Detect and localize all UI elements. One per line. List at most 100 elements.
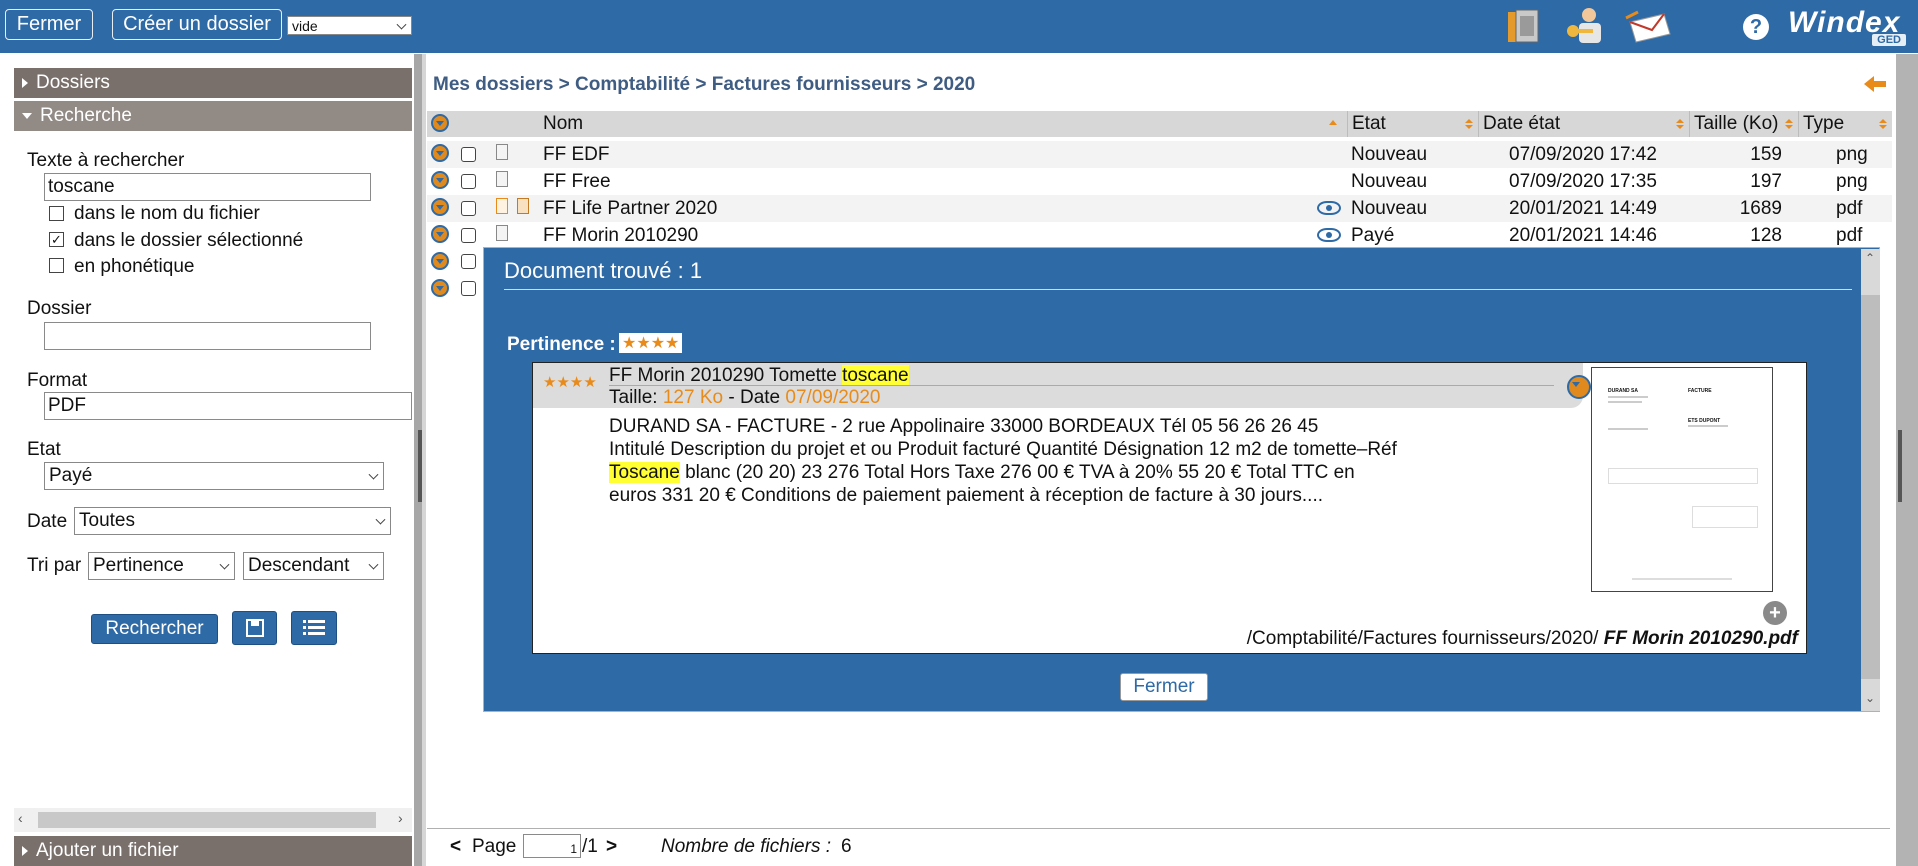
state-label: Etat <box>27 439 61 460</box>
scroll-thumb[interactable] <box>38 812 376 828</box>
folders-section-header[interactable]: Dossiers <box>14 68 412 98</box>
close-button[interactable]: Fermer <box>5 9 93 40</box>
column-type[interactable]: Type <box>1798 111 1892 137</box>
filename-option-label: dans le nom du fichier <box>74 203 260 224</box>
folder-door-icon[interactable] <box>1504 6 1546 46</box>
add-file-section-header[interactable]: Ajouter un fichier <box>14 836 412 866</box>
document-thumbnail[interactable]: DURAND SA FACTURE ETS DUPONT <box>1591 367 1773 592</box>
row-state: Nouveau <box>1351 198 1428 219</box>
row-name[interactable]: FF EDF <box>543 144 610 166</box>
help-icon[interactable]: ? <box>1743 14 1769 40</box>
preview-eye-icon[interactable] <box>1317 201 1341 215</box>
table-row[interactable]: FF Free Nouveau 07/09/2020 17:35 197 png <box>427 168 1892 195</box>
column-state[interactable]: Etat <box>1347 111 1478 137</box>
row-size: 159 <box>1750 144 1782 165</box>
mail-icon[interactable] <box>1624 8 1676 46</box>
row-name[interactable]: FF Morin 2010290 <box>543 225 698 247</box>
row-name[interactable]: FF Life Partner 2020 <box>543 198 717 220</box>
user-key-icon[interactable] <box>1563 5 1609 47</box>
dialog-scrollbar[interactable]: ⌃ ⌄ <box>1861 249 1880 711</box>
scroll-up-icon[interactable]: ⌃ <box>1865 251 1875 265</box>
state-select[interactable]: Payé <box>44 462 384 490</box>
search-text-input[interactable]: toscane <box>44 173 371 201</box>
thumb-line <box>1608 428 1648 430</box>
row-checkbox[interactable] <box>461 201 476 216</box>
date-select[interactable]: Toutes <box>74 507 391 535</box>
order-select[interactable]: Descendant <box>243 552 384 580</box>
result-path[interactable]: /Comptabilité/Factures fournisseurs/2020… <box>1247 628 1798 650</box>
format-input[interactable]: PDF <box>44 392 412 420</box>
selected-folder-checkbox[interactable]: ✓ <box>49 232 64 247</box>
sort-icon[interactable] <box>1879 119 1887 130</box>
table-row[interactable]: FF EDF Nouveau 07/09/2020 17:42 159 png <box>427 141 1892 168</box>
caret-down-icon <box>22 113 32 119</box>
table-row[interactable]: FF Morin 2010290 Payé 20/01/2021 14:46 1… <box>427 222 1892 249</box>
back-arrow-icon[interactable] <box>1864 76 1886 92</box>
preview-eye-icon[interactable] <box>1317 228 1341 242</box>
excerpt-pre: Intitulé Description du projet et ou Pro… <box>609 439 1397 460</box>
scroll-right-icon[interactable]: › <box>398 810 403 826</box>
select-all-menu-icon[interactable] <box>431 114 449 132</box>
sort-select[interactable]: Pertinence <box>88 552 235 580</box>
row-menu-icon[interactable] <box>431 198 449 216</box>
row-checkbox[interactable] <box>461 228 476 243</box>
row-menu-icon[interactable] <box>431 252 449 270</box>
prev-page-button[interactable]: < <box>450 836 461 858</box>
column-size[interactable]: Taille (Ko) <box>1689 111 1798 137</box>
left-scrollbar[interactable]: ‹ › <box>14 808 412 832</box>
row-menu-icon[interactable] <box>431 225 449 243</box>
table-row[interactable]: FF Life Partner 2020 Nouveau 20/01/2021 … <box>427 195 1892 222</box>
folder-input[interactable] <box>44 322 371 350</box>
list-icon <box>303 620 325 635</box>
row-date: 07/09/2020 17:42 <box>1509 144 1657 165</box>
next-page-button[interactable]: > <box>606 836 617 858</box>
row-menu-icon[interactable] <box>431 279 449 297</box>
sort-asc-icon[interactable] <box>1329 120 1337 125</box>
date-label: Date <box>27 511 68 532</box>
column-date[interactable]: Date état <box>1478 111 1689 137</box>
row-menu-icon[interactable] <box>431 171 449 189</box>
size-value: 127 Ko <box>662 387 724 408</box>
caret-right-icon <box>22 846 28 856</box>
sort-icon[interactable] <box>1465 119 1473 130</box>
sort-icon[interactable] <box>1676 119 1684 130</box>
scroll-down-icon[interactable]: ⌄ <box>1865 691 1875 705</box>
sort-icon[interactable] <box>1785 119 1793 130</box>
result-menu-icon[interactable] <box>1567 375 1591 399</box>
row-checkbox[interactable] <box>461 281 476 296</box>
filename-checkbox[interactable] <box>49 206 64 221</box>
zoom-plus-icon[interactable]: + <box>1763 601 1787 625</box>
save-search-button[interactable] <box>232 611 277 645</box>
file-icon <box>496 144 508 160</box>
row-checkbox[interactable] <box>461 174 476 189</box>
result-title-text: FF Morin 2010290 Tomette <box>609 365 837 386</box>
view-select[interactable]: vide <box>287 16 412 35</box>
right-splitter-handle[interactable] <box>1898 430 1902 502</box>
chevron-down-icon <box>375 514 386 525</box>
brand-sub: GED <box>1872 34 1906 46</box>
dialog-title: Document trouvé : 1 <box>504 258 703 283</box>
row-menu-icon[interactable] <box>431 144 449 162</box>
page-input[interactable]: 1 <box>523 834 581 858</box>
phonetic-checkbox[interactable] <box>49 258 64 273</box>
list-view-button[interactable] <box>291 611 337 645</box>
file-count-label: Nombre de fichiers : <box>661 836 832 857</box>
result-title[interactable]: FF Morin 2010290 Tomette toscane <box>609 365 909 387</box>
content-border-left <box>422 54 426 866</box>
column-name[interactable]: Nom <box>539 111 1345 137</box>
header-underline <box>609 385 1554 386</box>
search-section-header[interactable]: Recherche <box>14 101 412 131</box>
scroll-left-icon[interactable]: ‹ <box>18 810 23 826</box>
excerpt-line-1: DURAND SA - FACTURE - 2 rue Appolinaire … <box>609 416 1319 437</box>
search-button[interactable]: Rechercher <box>91 614 218 644</box>
page-label: Page <box>472 836 517 857</box>
dialog-close-button[interactable]: Fermer <box>1120 673 1208 701</box>
create-folder-button[interactable]: Créer un dossier <box>112 9 282 40</box>
row-name[interactable]: FF Free <box>543 171 611 193</box>
row-checkbox[interactable] <box>461 147 476 162</box>
left-panel: Dossiers Recherche Texte à rechercher to… <box>14 66 412 866</box>
row-checkbox[interactable] <box>461 254 476 269</box>
breadcrumb[interactable]: Mes dossiers > Comptabilité > Factures f… <box>433 74 975 96</box>
dialog-scroll-thumb[interactable] <box>1861 295 1880 679</box>
result-card[interactable]: ★★★★ FF Morin 2010290 Tomette toscane Ta… <box>532 362 1807 654</box>
